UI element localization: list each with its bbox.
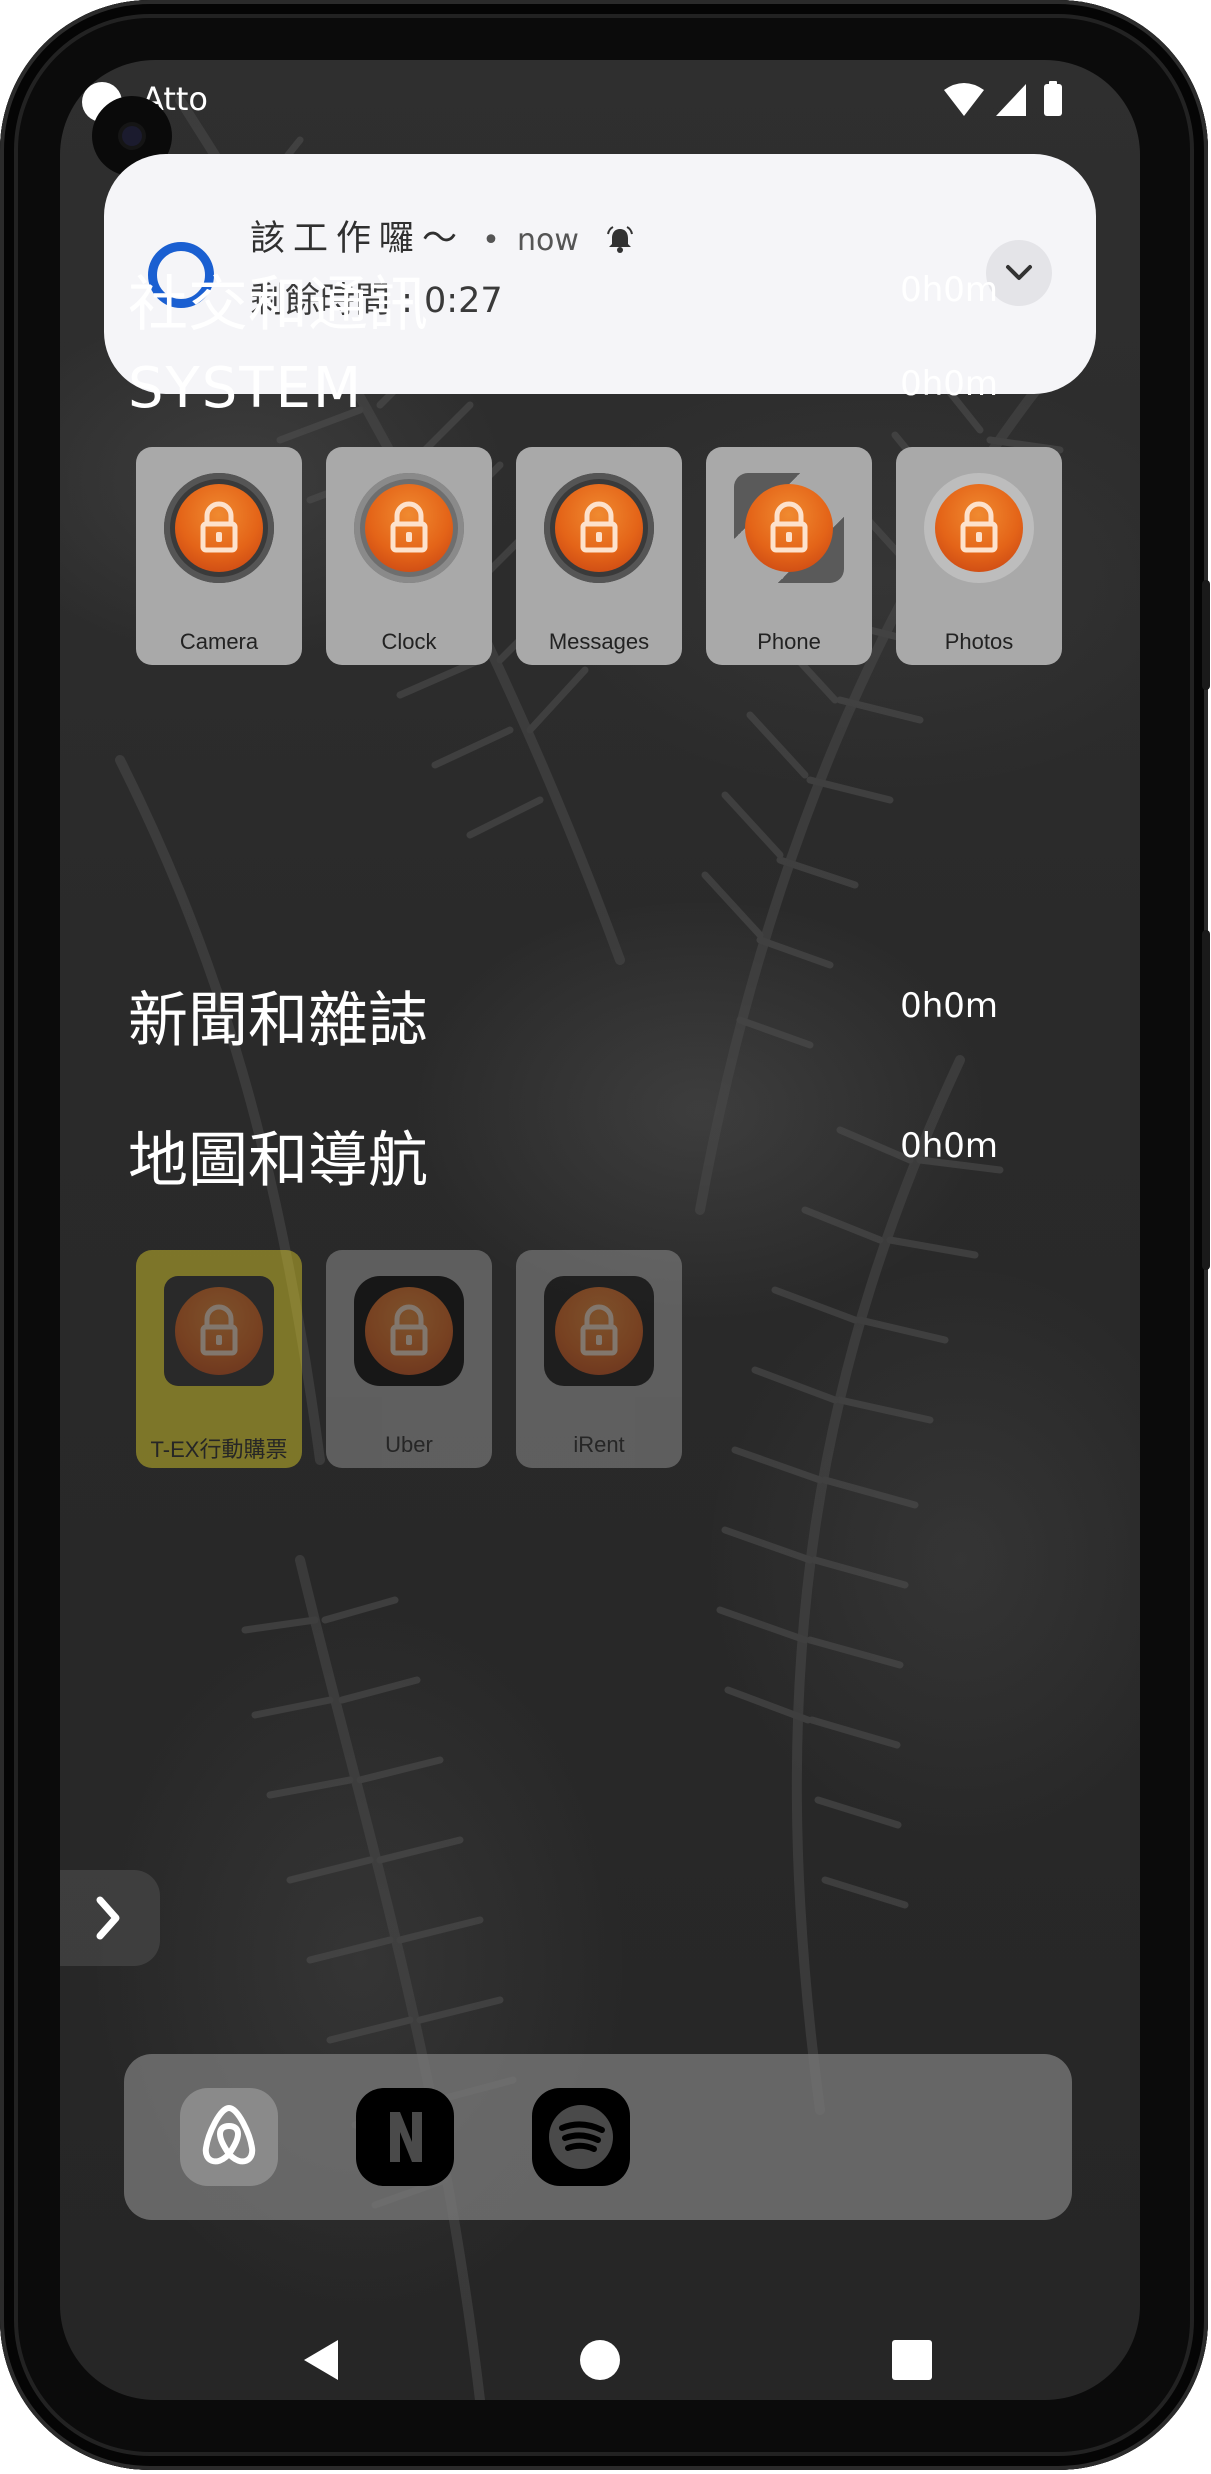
app-label: Photos (944, 629, 1014, 654)
airbnb-icon[interactable] (180, 2088, 278, 2186)
recents-icon (892, 2340, 932, 2380)
chevron-right-icon (96, 1896, 120, 1940)
category-usage-time: 0h0m (900, 364, 998, 404)
app-tile-messages[interactable]: Messages (516, 447, 682, 665)
app-label: Clock (381, 629, 437, 654)
category-maps[interactable]: 地圖和導航 0h0m (128, 1112, 1068, 1196)
category-usage-time: 0h0m (900, 1126, 998, 1166)
app-tile-irent[interactable]: iRent (516, 1250, 682, 1468)
category-title: 新聞和雜誌 (128, 986, 428, 1056)
status-icons (944, 81, 1062, 116)
app-label: Camera (179, 629, 259, 654)
category-social[interactable]: 社交和通訊 0h0m (128, 256, 1068, 340)
app-label: Phone (757, 629, 821, 654)
drawer-toggle-button[interactable] (60, 1870, 160, 1966)
lock-icon (555, 484, 643, 572)
netflix-icon[interactable] (356, 2088, 454, 2186)
notification-time: now (517, 223, 579, 258)
lock-icon (365, 484, 453, 572)
app-label: iRent (573, 1432, 625, 1457)
dock (124, 2054, 1072, 2220)
app-tile-camera[interactable]: Camera (136, 447, 302, 665)
category-usage-time: 0h0m (900, 986, 998, 1026)
category-title: SYSTEM (128, 356, 364, 421)
lock-icon (555, 1287, 643, 1375)
app-label: T-EX行動購票 (150, 1437, 288, 1462)
back-icon (304, 2340, 338, 2380)
app-tile-photos[interactable]: Photos (896, 447, 1062, 665)
category-title: 社交和通訊 (128, 270, 428, 340)
notification-separator: • (482, 223, 500, 258)
notification-header: 該工作囉～ • now (250, 210, 634, 261)
system-apps-row: Camera Clock Messages Phone Photos (136, 447, 1062, 667)
battery-icon (1044, 84, 1062, 116)
app-tile-phone[interactable]: Phone (706, 447, 872, 665)
status-bar: Atto (60, 60, 1140, 140)
lock-icon (935, 484, 1023, 572)
app-tile-uber[interactable]: Uber (326, 1250, 492, 1468)
alert-bell-icon (607, 226, 634, 253)
app-label: Uber (385, 1432, 433, 1457)
notification-title: 該工作囉～ (250, 219, 466, 259)
volume-button (1202, 930, 1210, 1270)
lock-icon (175, 484, 263, 572)
lock-icon (175, 1287, 263, 1375)
lock-icon (365, 1287, 453, 1375)
home-screen: Atto 該工作囉～ • now 剩餘時間 : 0:27 社交和通訊 0h0m … (60, 60, 1140, 2400)
home-icon (580, 2340, 620, 2380)
phone-frame: Atto 該工作囉～ • now 剩餘時間 : 0:27 社交和通訊 0h0m … (0, 0, 1210, 2470)
app-label: Messages (548, 629, 650, 654)
spotify-icon[interactable] (532, 2088, 630, 2186)
category-system[interactable]: SYSTEM 0h0m (128, 350, 1068, 430)
power-button (1202, 580, 1210, 690)
map-apps-row: T-EX行動購票 Uber iRent (136, 1250, 682, 1470)
category-news[interactable]: 新聞和雜誌 0h0m (128, 972, 1068, 1056)
wifi-icon (944, 83, 984, 116)
signal-icon (996, 84, 1026, 116)
category-usage-time: 0h0m (900, 270, 998, 310)
app-tile-tex[interactable]: T-EX行動購票 (136, 1250, 302, 1468)
category-title: 地圖和導航 (128, 1126, 428, 1196)
navigation-bar (304, 2340, 932, 2380)
lock-icon (745, 484, 833, 572)
app-tile-clock[interactable]: Clock (326, 447, 492, 665)
